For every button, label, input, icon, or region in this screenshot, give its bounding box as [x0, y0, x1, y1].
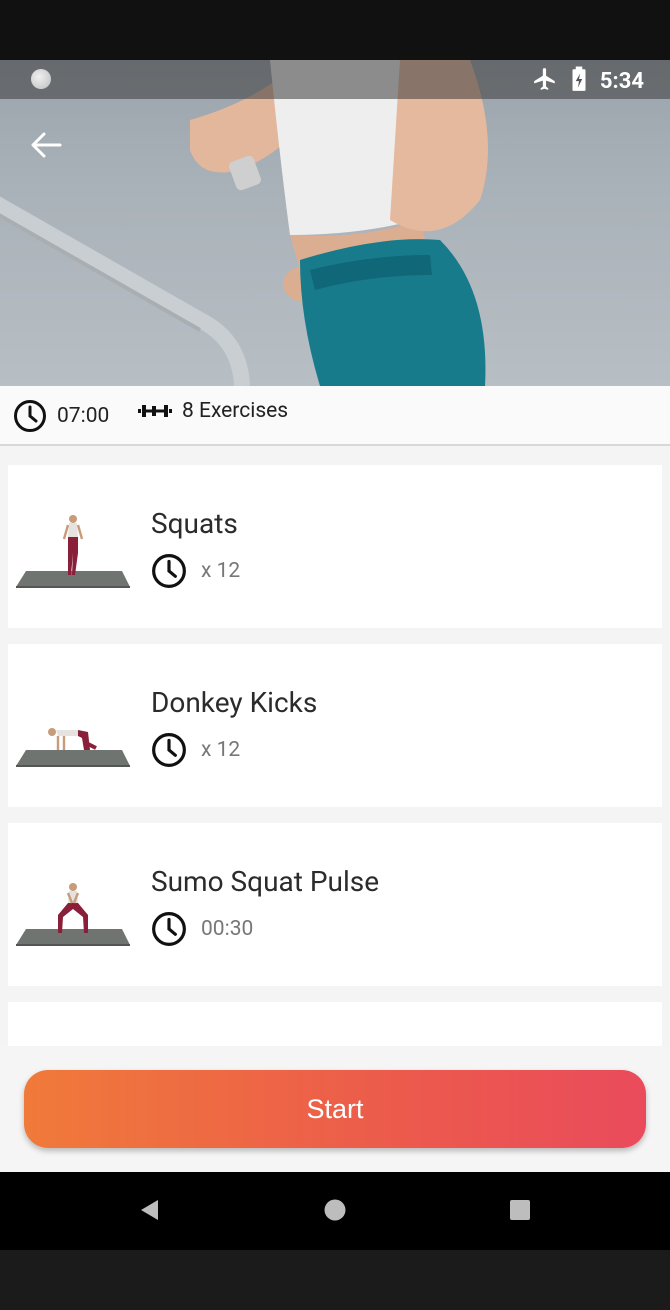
- clock-icon: [152, 912, 186, 946]
- exercise-duration: 00:30: [201, 917, 254, 941]
- start-button-container: Start: [0, 1046, 670, 1172]
- exercise-card[interactable]: Squats x 12: [8, 465, 662, 628]
- nav-recents-button[interactable]: [508, 1198, 532, 1226]
- exercise-detail: x 12: [151, 553, 240, 589]
- recents-square-icon: [510, 1200, 530, 1220]
- status-bar-right: 5:34: [532, 66, 644, 96]
- exercise-card[interactable]: Donkey Kicks x 12: [8, 644, 662, 807]
- exercise-reps: x 12: [201, 738, 241, 762]
- start-button[interactable]: Start: [24, 1070, 646, 1148]
- hero-image: [0, 60, 670, 386]
- nav-home-button[interactable]: [323, 1198, 347, 1226]
- exercise-name: Donkey Kicks: [151, 686, 318, 719]
- home-circle-icon: [324, 1199, 346, 1221]
- exercise-count-summary: 8 Exercises: [138, 399, 288, 423]
- airplane-mode-icon: [532, 66, 558, 96]
- back-triangle-icon: [141, 1200, 158, 1220]
- notification-dot-icon: [31, 69, 51, 89]
- exercise-card[interactable]: Sumo Squat Pulse 00:30: [8, 823, 662, 986]
- status-time: 5:34: [599, 68, 644, 94]
- bottom-letterbox: [0, 1250, 670, 1310]
- exercise-thumbnail: [16, 515, 130, 588]
- nav-back-button[interactable]: [138, 1198, 162, 1226]
- system-navigation-bar: [0, 1172, 670, 1250]
- exercise-thumbnail: [16, 883, 130, 946]
- exercise-count-text: 8 Exercises: [182, 399, 289, 423]
- exercise-reps: x 12: [201, 559, 241, 583]
- top-letterbox: [0, 0, 670, 60]
- arrow-left-icon: [31, 132, 62, 158]
- status-bar: 5:34: [0, 60, 670, 99]
- workout-summary: 07:00 8 Exercises: [0, 386, 670, 446]
- exercise-detail: x 12: [151, 732, 240, 768]
- exercise-thumbnail: [16, 728, 130, 767]
- dumbbell-icon: [138, 405, 172, 417]
- duration-text: 07:00: [57, 404, 110, 428]
- duration-summary: 07:00: [13, 399, 109, 433]
- clock-icon: [14, 400, 46, 432]
- exercise-detail: 00:30: [151, 911, 253, 947]
- exercise-name: Sumo Squat Pulse: [151, 865, 380, 898]
- clock-icon: [152, 554, 186, 588]
- battery-icon: [570, 66, 588, 96]
- clock-icon: [152, 733, 186, 767]
- exercise-name: Squats: [151, 507, 238, 540]
- back-button[interactable]: [26, 128, 66, 162]
